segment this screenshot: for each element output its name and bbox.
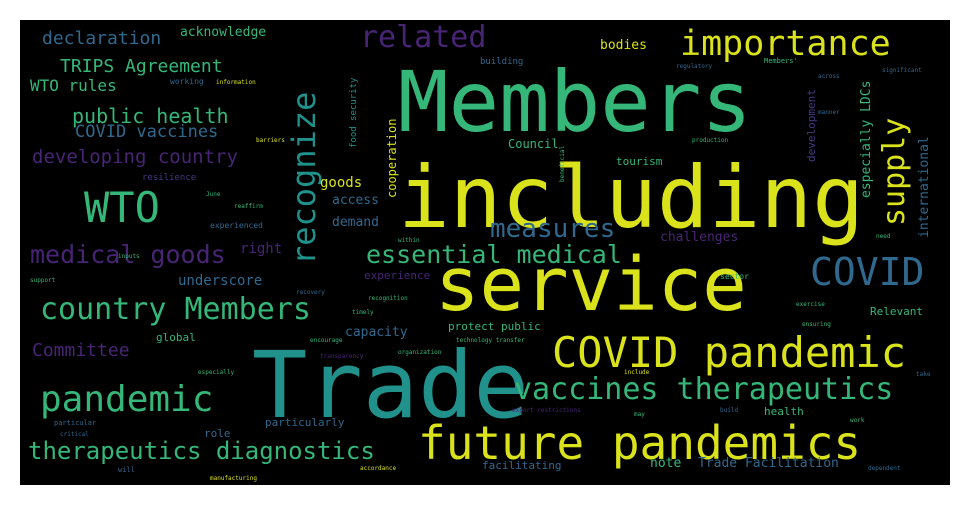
word-recognition: recognition xyxy=(368,295,408,302)
word-support: support xyxy=(30,277,56,284)
word-role: role xyxy=(204,427,231,440)
word-bodies: bodies xyxy=(600,38,647,53)
word-essential-medical: essential medical xyxy=(366,240,622,269)
word-covid-vaccines: COVID vaccines xyxy=(75,122,219,142)
word-beneficial: beneficial xyxy=(559,145,566,182)
word-capacity: capacity xyxy=(345,325,408,340)
word-building: building xyxy=(480,57,524,67)
word-especially: especially xyxy=(198,369,235,376)
word-information: information xyxy=(216,79,256,86)
word-covid: COVID xyxy=(810,250,925,294)
word-encourage: encourage xyxy=(310,337,343,344)
word-cloud: Members including service Trade future p… xyxy=(20,20,950,485)
word-food-security: food security xyxy=(349,77,359,148)
word-need: need xyxy=(876,233,891,240)
word-demand: demand xyxy=(332,215,379,230)
word-transparency: transparency xyxy=(320,353,364,360)
word-related: related xyxy=(360,20,487,55)
word-members-apos: Members' xyxy=(764,57,798,65)
word-work: work xyxy=(850,417,865,424)
word-council: Council xyxy=(508,137,559,151)
word-resilience: resilience xyxy=(142,173,197,183)
word-across: across xyxy=(818,73,840,80)
word-organization: organization xyxy=(398,349,442,356)
word-build: build xyxy=(720,407,739,414)
word-sector: sector xyxy=(720,272,749,281)
word-within: within xyxy=(398,237,420,244)
word-right: right xyxy=(240,241,283,257)
word-especially-ldcs: especially LDCs xyxy=(859,80,874,198)
word-regulatory: regulatory xyxy=(676,63,713,70)
word-recognize: recognize xyxy=(285,91,323,265)
word-accordance: accordance xyxy=(360,465,397,472)
word-inputs: inputs xyxy=(118,253,140,260)
word-challenges: challenges xyxy=(660,230,739,245)
word-declaration: declaration xyxy=(42,28,162,49)
word-vaccines-therapeutics: vaccines therapeutics xyxy=(514,372,894,407)
word-ensuring: ensuring xyxy=(802,321,831,328)
word-wto-rules: WTO rules xyxy=(30,76,117,95)
word-manufacturing: manufacturing xyxy=(210,475,257,482)
word-dependent: dependent xyxy=(868,465,901,472)
word-experience: experience xyxy=(364,269,431,282)
word-include: include xyxy=(624,369,650,376)
word-health: health xyxy=(764,405,804,418)
word-trips-agreement: TRIPS Agreement xyxy=(60,56,223,77)
word-june: June xyxy=(206,191,221,198)
word-may: may xyxy=(634,411,645,418)
word-particular: particular xyxy=(54,419,97,427)
word-take: take xyxy=(916,371,931,378)
word-pandemic: pandemic xyxy=(40,379,214,420)
word-cooperation: cooperation xyxy=(385,118,399,198)
word-production: production xyxy=(692,137,729,144)
word-relevant: Relevant xyxy=(870,305,923,318)
word-measures: measures xyxy=(490,214,616,244)
word-timely: timely xyxy=(352,309,374,316)
word-supply: supply xyxy=(877,117,912,226)
word-covid-pandemic: COVID pandemic xyxy=(552,328,907,377)
word-international: international xyxy=(917,136,932,238)
word-members: Members xyxy=(398,53,753,151)
word-reaffirm: reaffirm xyxy=(234,203,263,210)
word-country-members: country Members xyxy=(40,292,311,327)
word-will: will xyxy=(118,466,135,474)
word-tourism: tourism xyxy=(616,155,663,168)
word-barriers: barriers xyxy=(256,137,285,144)
word-technology-transfer: technology transfer xyxy=(456,337,525,344)
word-recovery: recovery xyxy=(296,289,325,296)
word-acknowledge: acknowledge xyxy=(180,25,267,40)
word-global: global xyxy=(156,331,196,344)
word-facilitating: facilitating xyxy=(482,459,562,472)
word-exercise: exercise xyxy=(796,301,825,308)
word-export-restrictions: export restrictions xyxy=(512,407,581,414)
word-critical: critical xyxy=(60,431,89,438)
word-manner: manner xyxy=(818,109,840,116)
word-development: development xyxy=(805,89,818,162)
word-experienced: experienced xyxy=(210,221,263,230)
word-developing-country: developing country xyxy=(32,146,238,168)
word-underscore: underscore xyxy=(178,273,263,289)
word-trade-facilitation: Trade Facilitation xyxy=(698,456,839,471)
word-particularly: particularly xyxy=(265,416,345,429)
word-committee: Committee xyxy=(32,340,130,361)
word-protect-public: protect public xyxy=(448,320,541,333)
word-wto: WTO xyxy=(84,183,160,232)
word-significant: significant xyxy=(882,67,922,74)
word-therapeutics-diagnostics: therapeutics diagnostics xyxy=(28,437,375,465)
word-working: working xyxy=(170,77,204,86)
word-access: access xyxy=(332,193,379,208)
word-note: note xyxy=(650,456,682,471)
word-goods: goods xyxy=(320,175,363,191)
